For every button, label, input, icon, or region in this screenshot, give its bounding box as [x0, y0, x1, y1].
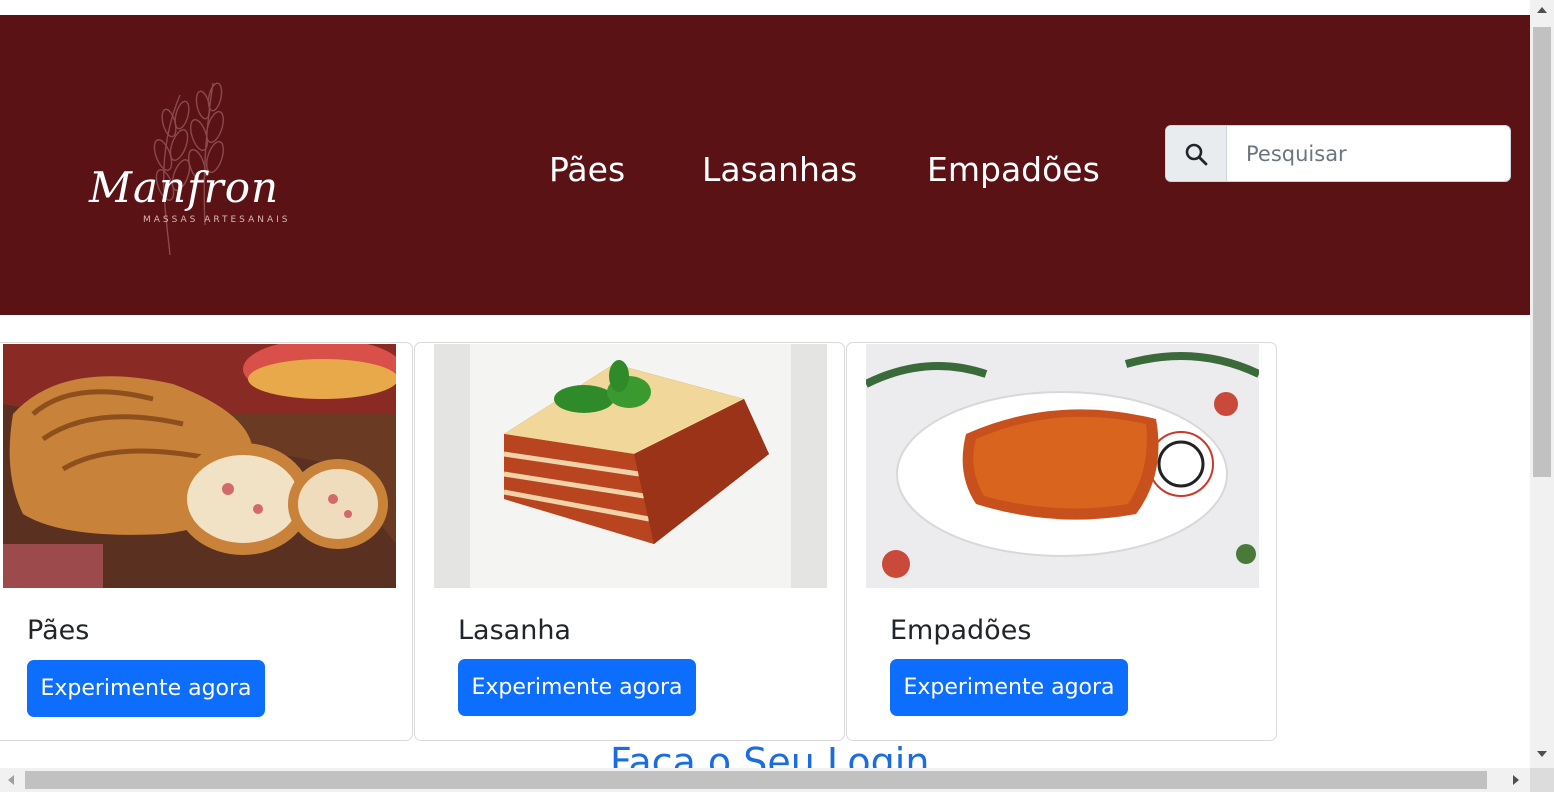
page-viewport: Manfron MASSAS ARTESANAIS Pães Lasanhas …	[0, 0, 1530, 768]
horizontal-scroll-thumb[interactable]	[25, 771, 1487, 789]
search-input[interactable]	[1227, 126, 1510, 181]
bread-photo	[3, 344, 396, 588]
try-now-button[interactable]: Experimente agora	[458, 659, 696, 716]
pie-photo	[866, 344, 1259, 588]
nav-item-empadoes[interactable]: Empadões	[927, 150, 1100, 189]
brand-tagline: MASSAS ARTESANAIS	[143, 215, 291, 225]
search-box	[1165, 125, 1511, 182]
lasagna-photo	[434, 344, 827, 588]
product-card-lasanha: Lasanha Experimente agora	[414, 342, 845, 741]
horizontal-scrollbar[interactable]	[0, 768, 1530, 792]
try-now-button[interactable]: Experimente agora	[890, 659, 1128, 716]
card-title: Empadões	[890, 615, 1032, 646]
vertical-scrollbar[interactable]	[1530, 0, 1554, 768]
search-button[interactable]	[1166, 126, 1227, 181]
try-now-button[interactable]: Experimente agora	[27, 660, 265, 717]
login-heading: Faça o Seu Login	[610, 740, 930, 768]
card-title: Lasanha	[458, 615, 571, 646]
product-card-paes: Pães Experimente agora	[0, 342, 413, 741]
brand-logo[interactable]: Manfron MASSAS ARTESANAIS	[85, 75, 305, 260]
site-header: Manfron MASSAS ARTESANAIS Pães Lasanhas …	[0, 15, 1530, 315]
vertical-scroll-thumb[interactable]	[1533, 27, 1551, 477]
nav-item-lasanhas[interactable]: Lasanhas	[702, 150, 857, 189]
card-title: Pães	[27, 615, 90, 646]
search-icon	[1185, 143, 1208, 165]
scroll-down-icon[interactable]	[1537, 751, 1547, 757]
scrollbar-corner	[1530, 768, 1554, 792]
scroll-left-icon[interactable]	[8, 775, 14, 785]
product-card-empadoes: Empadões Experimente agora	[846, 342, 1277, 741]
brand-name: Manfron	[89, 163, 280, 212]
scroll-up-icon[interactable]	[1537, 7, 1547, 13]
nav-item-paes[interactable]: Pães	[549, 150, 625, 189]
scroll-right-icon[interactable]	[1513, 775, 1519, 785]
